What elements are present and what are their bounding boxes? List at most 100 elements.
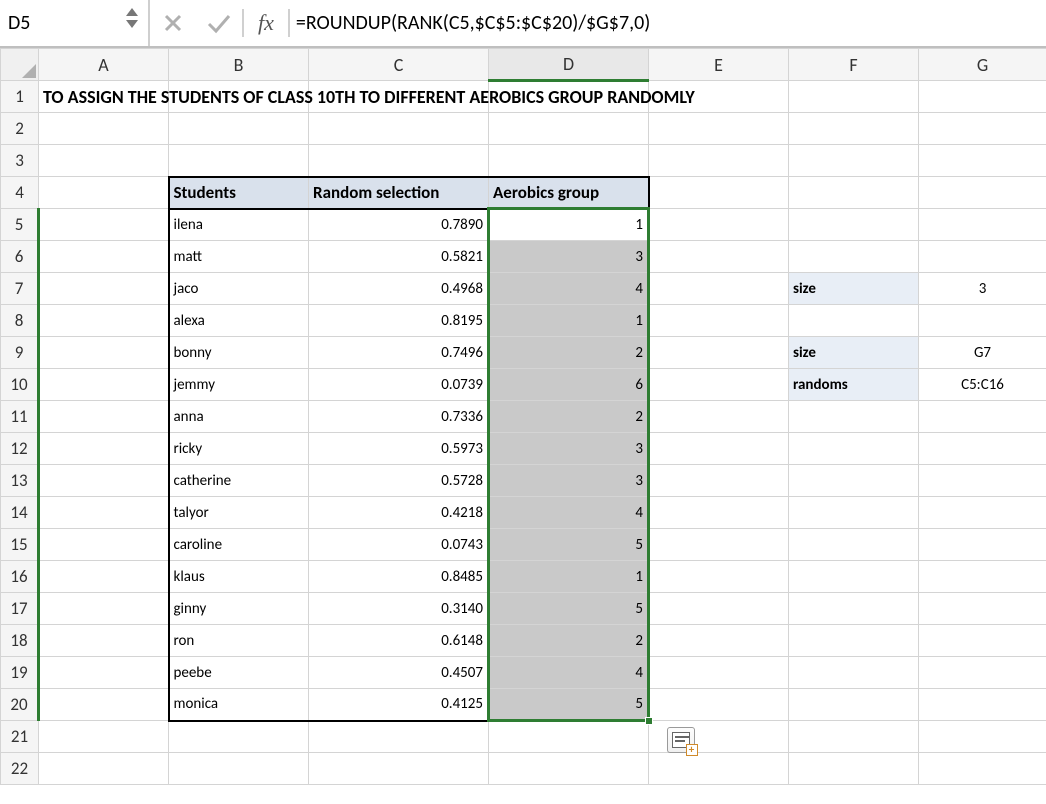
cell-E2[interactable]	[649, 113, 789, 145]
cell-F5[interactable]	[789, 209, 919, 241]
row-header-3[interactable]: 3	[1, 145, 39, 177]
cell-D10[interactable]: 6	[489, 369, 649, 401]
cell-E3[interactable]	[649, 145, 789, 177]
col-header-C[interactable]: C	[309, 49, 489, 81]
cell-F6[interactable]	[789, 241, 919, 273]
cell-F7[interactable]: size	[789, 273, 919, 305]
cell-D13[interactable]: 3	[489, 465, 649, 497]
cell-E8[interactable]	[649, 305, 789, 337]
quick-analysis-button[interactable]: +	[667, 727, 695, 753]
cell-A22[interactable]	[39, 753, 169, 785]
row-header-2[interactable]: 2	[1, 113, 39, 145]
cell-B15[interactable]: caroline	[169, 529, 309, 561]
fill-handle[interactable]	[645, 717, 653, 725]
cell-E5[interactable]	[649, 209, 789, 241]
cell-C22[interactable]	[309, 753, 489, 785]
cell-A16[interactable]	[39, 561, 169, 593]
fx-label[interactable]: fx	[244, 10, 288, 36]
cell-F22[interactable]	[789, 753, 919, 785]
cell-F13[interactable]	[789, 465, 919, 497]
cell-F9[interactable]: size	[789, 337, 919, 369]
name-box[interactable]: D5	[0, 0, 150, 46]
cell-C4[interactable]: Random selection	[309, 177, 489, 209]
cell-G4[interactable]	[919, 177, 1046, 209]
cell-B22[interactable]	[169, 753, 309, 785]
cell-E13[interactable]	[649, 465, 789, 497]
cell-B16[interactable]: klaus	[169, 561, 309, 593]
cell-E10[interactable]	[649, 369, 789, 401]
cell-D22[interactable]	[489, 753, 649, 785]
col-header-B[interactable]: B	[169, 49, 309, 81]
cell-G20[interactable]	[919, 689, 1046, 721]
cell-A2[interactable]	[39, 113, 169, 145]
cell-B17[interactable]: ginny	[169, 593, 309, 625]
cell-C15[interactable]: 0.0743	[309, 529, 489, 561]
row-header-1[interactable]: 1	[1, 81, 39, 113]
cell-G5[interactable]	[919, 209, 1046, 241]
cell-F3[interactable]	[789, 145, 919, 177]
worksheet[interactable]: A B C D E F G 1TO ASSIGN THE STUDENTS OF…	[0, 48, 1046, 785]
name-box-stepper[interactable]	[124, 6, 142, 30]
cell-F21[interactable]	[789, 721, 919, 753]
cell-C18[interactable]: 0.6148	[309, 625, 489, 657]
row-header-17[interactable]: 17	[1, 593, 39, 625]
row-header-11[interactable]: 11	[1, 401, 39, 433]
cell-F14[interactable]	[789, 497, 919, 529]
cell-G17[interactable]	[919, 593, 1046, 625]
cell-B3[interactable]	[169, 145, 309, 177]
col-header-G[interactable]: G	[919, 49, 1046, 81]
grid[interactable]: A B C D E F G 1TO ASSIGN THE STUDENTS OF…	[0, 48, 1046, 785]
row-header-19[interactable]: 19	[1, 657, 39, 689]
cell-G15[interactable]	[919, 529, 1046, 561]
cell-A7[interactable]	[39, 273, 169, 305]
cell-D4[interactable]: Aerobics group	[489, 177, 649, 209]
row-header-22[interactable]: 22	[1, 753, 39, 785]
cell-D21[interactable]	[489, 721, 649, 753]
cell-A15[interactable]	[39, 529, 169, 561]
cell-C6[interactable]: 0.5821	[309, 241, 489, 273]
cell-C7[interactable]: 0.4968	[309, 273, 489, 305]
cell-F1[interactable]	[789, 81, 919, 113]
cell-A3[interactable]	[39, 145, 169, 177]
cell-C2[interactable]	[309, 113, 489, 145]
cell-E4[interactable]	[649, 177, 789, 209]
row-header-4[interactable]: 4	[1, 177, 39, 209]
row-header-12[interactable]: 12	[1, 433, 39, 465]
cell-G13[interactable]	[919, 465, 1046, 497]
cell-B19[interactable]: peebe	[169, 657, 309, 689]
cell-A9[interactable]	[39, 337, 169, 369]
cell-G16[interactable]	[919, 561, 1046, 593]
cell-A4[interactable]	[39, 177, 169, 209]
cell-B4[interactable]: Students	[169, 177, 309, 209]
cell-G21[interactable]	[919, 721, 1046, 753]
cell-D2[interactable]	[489, 113, 649, 145]
cell-A17[interactable]	[39, 593, 169, 625]
cell-A8[interactable]	[39, 305, 169, 337]
cell-E9[interactable]	[649, 337, 789, 369]
cell-A19[interactable]	[39, 657, 169, 689]
row-header-16[interactable]: 16	[1, 561, 39, 593]
cell-C13[interactable]: 0.5728	[309, 465, 489, 497]
cell-E16[interactable]	[649, 561, 789, 593]
row-header-15[interactable]: 15	[1, 529, 39, 561]
cell-F8[interactable]	[789, 305, 919, 337]
cell-D11[interactable]: 2	[489, 401, 649, 433]
formula-input[interactable]: =ROUNDUP(RANK(C5,$C$5:$C$20)/$G$7,0)	[290, 11, 1046, 35]
cell-A6[interactable]	[39, 241, 169, 273]
cell-F20[interactable]	[789, 689, 919, 721]
cell-A12[interactable]	[39, 433, 169, 465]
cell-G18[interactable]	[919, 625, 1046, 657]
cell-A14[interactable]	[39, 497, 169, 529]
cell-E15[interactable]	[649, 529, 789, 561]
cell-F16[interactable]	[789, 561, 919, 593]
row-header-6[interactable]: 6	[1, 241, 39, 273]
cell-B18[interactable]: ron	[169, 625, 309, 657]
cell-G11[interactable]	[919, 401, 1046, 433]
row-header-18[interactable]: 18	[1, 625, 39, 657]
cell-G3[interactable]	[919, 145, 1046, 177]
cell-A1[interactable]: TO ASSIGN THE STUDENTS OF CLASS 10TH TO …	[39, 81, 169, 113]
cell-B14[interactable]: talyor	[169, 497, 309, 529]
cell-B11[interactable]: anna	[169, 401, 309, 433]
cell-A13[interactable]	[39, 465, 169, 497]
cell-A11[interactable]	[39, 401, 169, 433]
